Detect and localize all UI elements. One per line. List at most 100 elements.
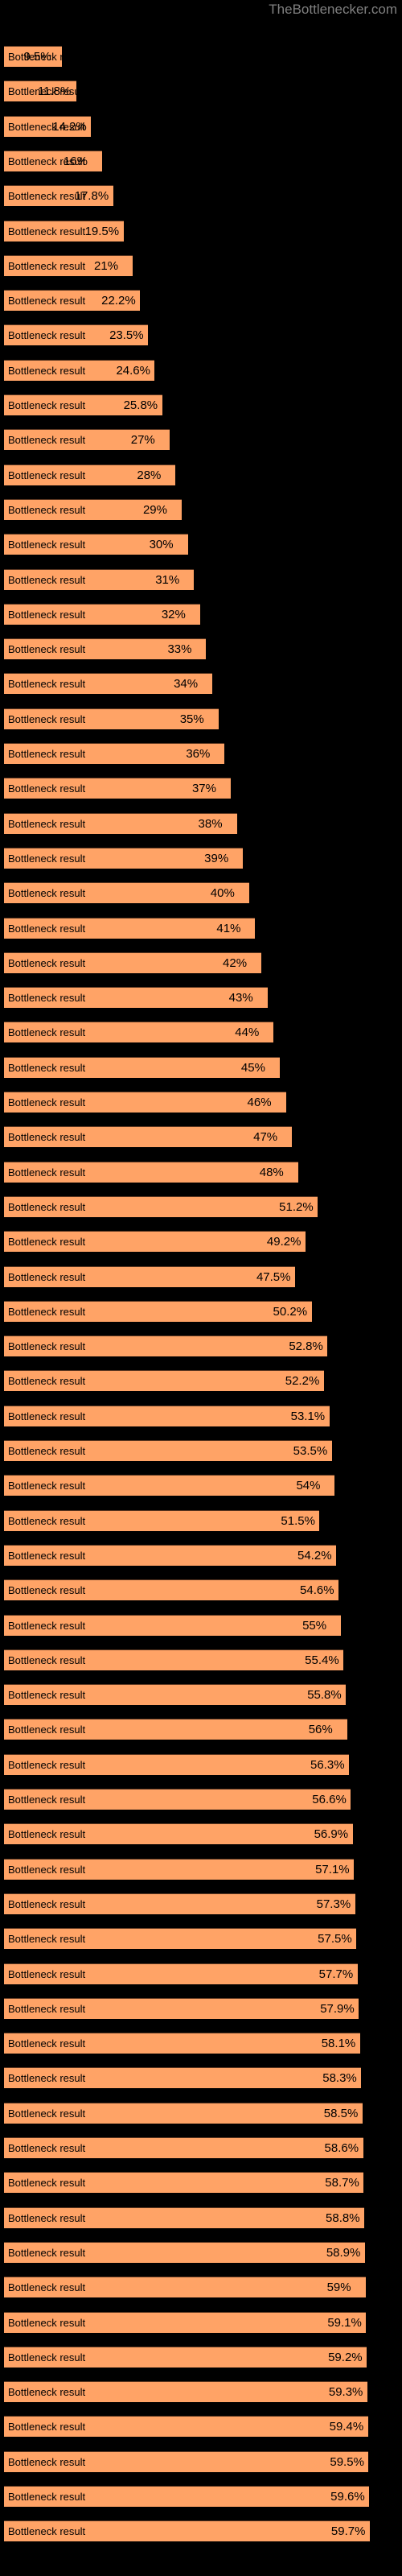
bar: Bottleneck result 46%: [4, 1092, 286, 1113]
bar: Bottleneck result 19.5%: [4, 220, 124, 242]
bar: Bottleneck result 58.7%: [4, 2172, 364, 2194]
bar-category-label: Bottleneck result: [8, 643, 86, 656]
bar-category-label: Bottleneck result: [8, 1863, 86, 1876]
bar-value-label: 59.3%: [328, 2385, 363, 2400]
bar-row: Bottleneck result 29%: [0, 498, 402, 520]
bar-category-label: Bottleneck result: [8, 2281, 86, 2294]
bar: Bottleneck result 58.6%: [4, 2137, 363, 2158]
bar-value-label: 48%: [259, 1165, 284, 1179]
bar-value-label: 54%: [296, 1479, 321, 1493]
bar-row: Bottleneck result 19.5%: [0, 220, 402, 242]
bar-row: Bottleneck result 44%: [0, 1022, 402, 1043]
bar-row: Bottleneck result 55.4%: [0, 1649, 402, 1670]
bar-value-label: 58.5%: [323, 2106, 359, 2120]
bar-category-label: Bottleneck result: [8, 1897, 86, 1910]
bar-row: Bottleneck result 55.8%: [0, 1684, 402, 1706]
bar-row: Bottleneck result 55%: [0, 1614, 402, 1636]
bar: Bottleneck result 55.8%: [4, 1684, 347, 1706]
bar: Bottleneck result 14.2%: [4, 115, 92, 137]
bar-row: Bottleneck result 11.8%: [0, 80, 402, 102]
bar-category-label: Bottleneck result: [8, 887, 86, 900]
bar-row: Bottleneck result 57.3%: [0, 1893, 402, 1914]
bar-value-label: 46%: [247, 1096, 272, 1109]
bar-category-label: Bottleneck result: [8, 1967, 86, 1980]
bar-row: Bottleneck result 50.2%: [0, 1300, 402, 1322]
bar-row: Bottleneck result 43%: [0, 987, 402, 1009]
bar-value-label: 19.5%: [84, 224, 120, 238]
bar-category-label: Bottleneck result: [8, 1653, 86, 1666]
bar-category-label: Bottleneck result: [8, 469, 86, 481]
bar-category-label: Bottleneck result: [8, 608, 86, 621]
bar: Bottleneck result 49.2%: [4, 1231, 306, 1253]
bar-value-label: 32%: [161, 607, 186, 621]
bar-value-label: 59.7%: [330, 2524, 366, 2539]
bar-value-label: 42%: [223, 956, 248, 970]
bar-value-label: 21%: [94, 258, 119, 273]
bar-row: Bottleneck result 41%: [0, 917, 402, 939]
bar-row: Bottleneck result 31%: [0, 568, 402, 590]
bar-row: Bottleneck result 53.1%: [0, 1405, 402, 1426]
bar-category-label: Bottleneck result: [8, 1305, 86, 1318]
bar: Bottleneck result 23.5%: [4, 324, 149, 346]
bar-row: Bottleneck result 53.5%: [0, 1440, 402, 1461]
bar-category-label: Bottleneck result: [8, 2002, 86, 2015]
bar: Bottleneck result 50.2%: [4, 1300, 312, 1322]
bar: Bottleneck result 47%: [4, 1126, 293, 1148]
bar-row: Bottleneck result 56.3%: [0, 1753, 402, 1775]
bar-category-label: Bottleneck result: [8, 1026, 86, 1039]
bar-category-label: Bottleneck result: [8, 2351, 86, 2363]
bar-value-label: 52.2%: [285, 1374, 320, 1389]
bar-value-label: 59.6%: [330, 2490, 365, 2504]
bar-row: Bottleneck result 59.2%: [0, 2346, 402, 2368]
bar-value-label: 52.8%: [289, 1340, 323, 1354]
bar-category-label: Bottleneck result: [8, 782, 86, 795]
bar-category-label: Bottleneck result: [8, 1689, 86, 1702]
bar-category-label: Bottleneck result: [8, 678, 86, 691]
bar: Bottleneck result 47.5%: [4, 1265, 295, 1287]
bar: Bottleneck result 55%: [4, 1614, 342, 1636]
bar-row: Bottleneck result 59.4%: [0, 2416, 402, 2438]
bar: Bottleneck result 35%: [4, 708, 219, 729]
bar-value-label: 55%: [302, 1618, 327, 1633]
bar-category-label: Bottleneck result: [8, 1410, 86, 1422]
bar-row: Bottleneck result 17.8%: [0, 185, 402, 207]
bar-value-label: 14.2%: [52, 119, 87, 134]
bar-category-label: Bottleneck result: [8, 748, 86, 760]
bar-value-label: 16%: [63, 154, 88, 168]
bar-row: Bottleneck result 34%: [0, 673, 402, 695]
bar-value-label: 54.6%: [300, 1583, 334, 1598]
bar-row: Bottleneck result 58.7%: [0, 2172, 402, 2194]
bar: Bottleneck result 57.9%: [4, 1997, 359, 2019]
bar-category-label: Bottleneck result: [8, 1828, 86, 1841]
bar-row: Bottleneck result 37%: [0, 778, 402, 799]
bar-category-label: Bottleneck result: [8, 539, 86, 551]
bar-value-label: 53.5%: [293, 1444, 328, 1458]
bar-row: Bottleneck result 51.2%: [0, 1195, 402, 1217]
bar-category-label: Bottleneck result: [8, 1131, 86, 1144]
bar-category-label: Bottleneck result: [8, 992, 86, 1005]
bar-value-label: 17.8%: [74, 189, 109, 204]
bar: Bottleneck result 54.6%: [4, 1579, 339, 1601]
bar: Bottleneck result 45%: [4, 1056, 280, 1078]
bar-row: Bottleneck result 54%: [0, 1475, 402, 1496]
bar: Bottleneck result 22.2%: [4, 290, 141, 312]
bar-row: Bottleneck result 57.7%: [0, 1963, 402, 1984]
bar: Bottleneck result 59.1%: [4, 2311, 367, 2333]
bar-value-label: 58.8%: [326, 2211, 360, 2225]
bar-category-label: Bottleneck result: [8, 2455, 86, 2468]
bar-category-label: Bottleneck result: [8, 2525, 86, 2538]
bar-value-label: 40%: [210, 886, 235, 901]
bar-row: Bottleneck result 59.1%: [0, 2311, 402, 2333]
bar: Bottleneck result 58.8%: [4, 2207, 365, 2228]
bar-row: Bottleneck result 9.5%: [0, 46, 402, 67]
bar-value-label: 35%: [179, 712, 204, 726]
bar: Bottleneck result 51.2%: [4, 1195, 318, 1217]
bar: Bottleneck result 57.7%: [4, 1963, 358, 1984]
bar-row: Bottleneck result 16%: [0, 150, 402, 171]
bar-category-label: Bottleneck result: [8, 1794, 86, 1806]
bar: Bottleneck result 24.6%: [4, 359, 155, 381]
bar-row: Bottleneck result 35%: [0, 708, 402, 729]
bar-row: Bottleneck result 36%: [0, 743, 402, 764]
bar-category-label: Bottleneck result: [8, 1514, 86, 1527]
bar: Bottleneck result 58.9%: [4, 2241, 365, 2263]
